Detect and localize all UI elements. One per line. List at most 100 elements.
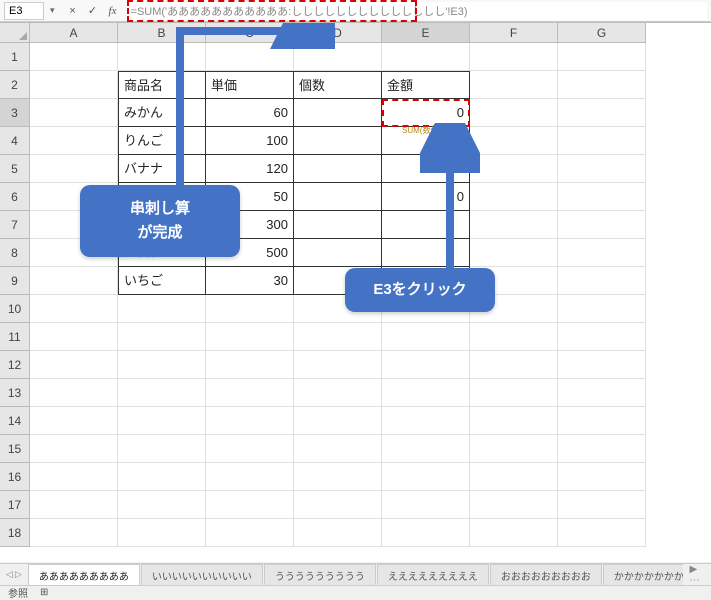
cell[interactable] xyxy=(558,379,646,407)
row-header[interactable]: 4 xyxy=(0,127,30,155)
cell[interactable]: 単価 xyxy=(206,71,294,99)
cancel-button[interactable]: × xyxy=(65,3,81,19)
row-header[interactable]: 11 xyxy=(0,323,30,351)
select-all-corner[interactable] xyxy=(0,23,30,43)
cell[interactable] xyxy=(470,519,558,547)
cell[interactable]: いちご xyxy=(118,267,206,295)
cell[interactable]: 60 xyxy=(206,99,294,127)
cell[interactable] xyxy=(382,463,470,491)
cell[interactable]: 0 xyxy=(382,99,470,127)
cell[interactable] xyxy=(382,351,470,379)
cell[interactable] xyxy=(470,407,558,435)
cell[interactable]: 金額 xyxy=(382,71,470,99)
confirm-button[interactable]: ✓ xyxy=(85,3,101,19)
row-header[interactable]: 8 xyxy=(0,239,30,267)
col-header[interactable]: F xyxy=(470,23,558,43)
cell[interactable]: 100 xyxy=(206,127,294,155)
cell[interactable] xyxy=(294,351,382,379)
cell[interactable] xyxy=(30,463,118,491)
row-header[interactable]: 14 xyxy=(0,407,30,435)
cell[interactable] xyxy=(382,239,470,267)
cell[interactable]: りんご xyxy=(118,127,206,155)
accessibility-icon[interactable]: ⊞ xyxy=(40,587,48,598)
cell[interactable] xyxy=(558,211,646,239)
cell[interactable] xyxy=(470,379,558,407)
row-header[interactable]: 3 xyxy=(0,99,30,127)
cell[interactable]: バナナ xyxy=(118,155,206,183)
cell[interactable] xyxy=(558,435,646,463)
cell[interactable] xyxy=(30,351,118,379)
cell[interactable] xyxy=(470,211,558,239)
cell[interactable] xyxy=(558,463,646,491)
cell[interactable] xyxy=(30,519,118,547)
row-header[interactable]: 12 xyxy=(0,351,30,379)
cell[interactable] xyxy=(470,491,558,519)
cell[interactable]: みかん xyxy=(118,99,206,127)
cell[interactable] xyxy=(294,407,382,435)
cell[interactable] xyxy=(382,43,470,71)
cell[interactable]: 0 xyxy=(382,155,470,183)
cell[interactable] xyxy=(470,435,558,463)
cell[interactable] xyxy=(30,491,118,519)
cell[interactable] xyxy=(294,43,382,71)
cell[interactable] xyxy=(30,127,118,155)
cell[interactable] xyxy=(294,463,382,491)
cell[interactable] xyxy=(206,407,294,435)
cell[interactable]: 0 xyxy=(382,127,470,155)
cell[interactable] xyxy=(206,435,294,463)
sheet-tab[interactable]: えええええええええ xyxy=(377,564,489,586)
cell[interactable] xyxy=(118,323,206,351)
cell[interactable] xyxy=(294,379,382,407)
cell[interactable] xyxy=(30,43,118,71)
cell[interactable] xyxy=(206,323,294,351)
row-header[interactable]: 5 xyxy=(0,155,30,183)
cell[interactable] xyxy=(382,323,470,351)
cell[interactable]: 個数 xyxy=(294,71,382,99)
cell[interactable] xyxy=(118,351,206,379)
tab-scroll-right-icon[interactable]: ▶ ⋯ xyxy=(683,564,711,586)
cell[interactable] xyxy=(382,435,470,463)
row-header[interactable]: 9 xyxy=(0,267,30,295)
cell[interactable] xyxy=(294,127,382,155)
cell[interactable] xyxy=(206,43,294,71)
cell[interactable] xyxy=(30,155,118,183)
cell[interactable] xyxy=(294,491,382,519)
sheet-tab[interactable]: ううううううううう xyxy=(264,564,376,586)
cell[interactable] xyxy=(470,239,558,267)
cell[interactable] xyxy=(30,323,118,351)
cell[interactable] xyxy=(294,519,382,547)
cell[interactable] xyxy=(558,155,646,183)
row-header[interactable]: 1 xyxy=(0,43,30,71)
cell[interactable] xyxy=(118,379,206,407)
cell[interactable] xyxy=(470,71,558,99)
cell[interactable] xyxy=(558,43,646,71)
cell[interactable] xyxy=(294,323,382,351)
cell[interactable] xyxy=(382,211,470,239)
row-header[interactable]: 6 xyxy=(0,183,30,211)
cell[interactable] xyxy=(558,127,646,155)
cell[interactable] xyxy=(294,183,382,211)
col-header[interactable]: B xyxy=(118,23,206,43)
row-header[interactable]: 10 xyxy=(0,295,30,323)
cell[interactable] xyxy=(470,99,558,127)
cell[interactable] xyxy=(558,99,646,127)
cell[interactable] xyxy=(118,463,206,491)
cell[interactable] xyxy=(30,295,118,323)
col-header[interactable]: E xyxy=(382,23,470,43)
cell[interactable] xyxy=(558,407,646,435)
tab-nav-next-icon[interactable]: ▷ xyxy=(15,569,22,580)
cell[interactable] xyxy=(470,351,558,379)
col-header[interactable]: A xyxy=(30,23,118,43)
cell[interactable] xyxy=(470,43,558,71)
cell[interactable]: 0 xyxy=(382,183,470,211)
cell[interactable] xyxy=(382,379,470,407)
sheet-tab[interactable]: あああああああああ xyxy=(28,564,140,586)
cell[interactable] xyxy=(470,183,558,211)
cell[interactable] xyxy=(558,183,646,211)
cell[interactable] xyxy=(558,491,646,519)
cell[interactable]: 商品名 xyxy=(118,71,206,99)
cell[interactable] xyxy=(294,211,382,239)
cell[interactable] xyxy=(470,155,558,183)
cell[interactable] xyxy=(30,379,118,407)
cell[interactable] xyxy=(206,491,294,519)
